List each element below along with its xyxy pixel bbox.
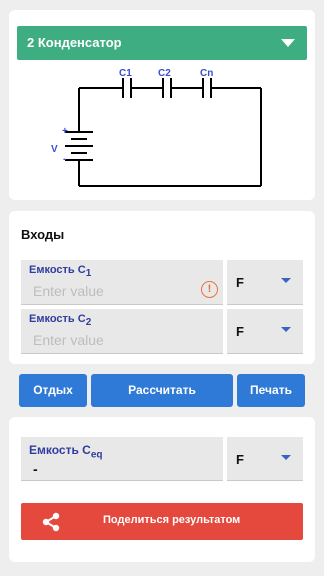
warning-icon: ! [201,281,218,298]
ceq-unit-select[interactable]: F [227,437,303,481]
series-capacitor-diagram: C1 C2 Cn V + - [51,68,262,187]
inputs-card: Входы Емкость C1 Enter value ! F Емкость… [9,211,315,364]
label-voltage: V [51,144,58,155]
c2-placeholder: Enter value [33,332,104,348]
c1-unit-value: F [236,275,244,290]
rest-button[interactable]: Отдых [19,374,87,407]
ceq-label: Емкость Ceq [29,443,103,461]
caret-down-icon [281,455,291,460]
result-card: Емкость Ceq - F Поделиться результатом [9,417,315,562]
share-result-button[interactable]: Поделиться результатом [21,503,303,540]
caret-down-icon [281,327,291,332]
capacitance-ceq-output: Емкость Ceq - [21,437,223,481]
label-minus: - [63,154,66,165]
c1-label: Емкость C1 [29,264,92,280]
c1-unit-select[interactable]: F [227,260,303,305]
c1-placeholder: Enter value [33,283,104,299]
chevron-down-icon [281,39,295,47]
calculate-button[interactable]: Рассчитать [91,374,233,407]
dropdown-label: 2 Конденсатор [27,35,122,50]
ceq-value: - [33,461,38,477]
inputs-title: Входы [21,227,65,242]
capacitance-c1-field[interactable]: Емкость C1 Enter value ! [21,260,223,305]
capacitance-c2-field[interactable]: Емкость C2 Enter value [21,309,223,354]
c2-unit-select[interactable]: F [227,309,303,354]
print-button[interactable]: Печать [237,374,305,407]
share-icon [42,512,60,532]
share-label: Поделиться результатом [103,514,241,526]
ceq-unit-value: F [236,452,244,467]
c2-label: Емкость C2 [29,313,92,329]
label-cn: Cn [200,68,213,79]
circuit-card: 2 Конденсатор C1 C2 Cn V + - [9,10,315,200]
caret-down-icon [281,278,291,283]
circuit-type-dropdown[interactable]: 2 Конденсатор [17,26,307,60]
c2-unit-value: F [236,324,244,339]
label-c2: C2 [158,68,171,79]
label-plus: + [62,126,68,137]
label-c1: C1 [119,68,132,79]
